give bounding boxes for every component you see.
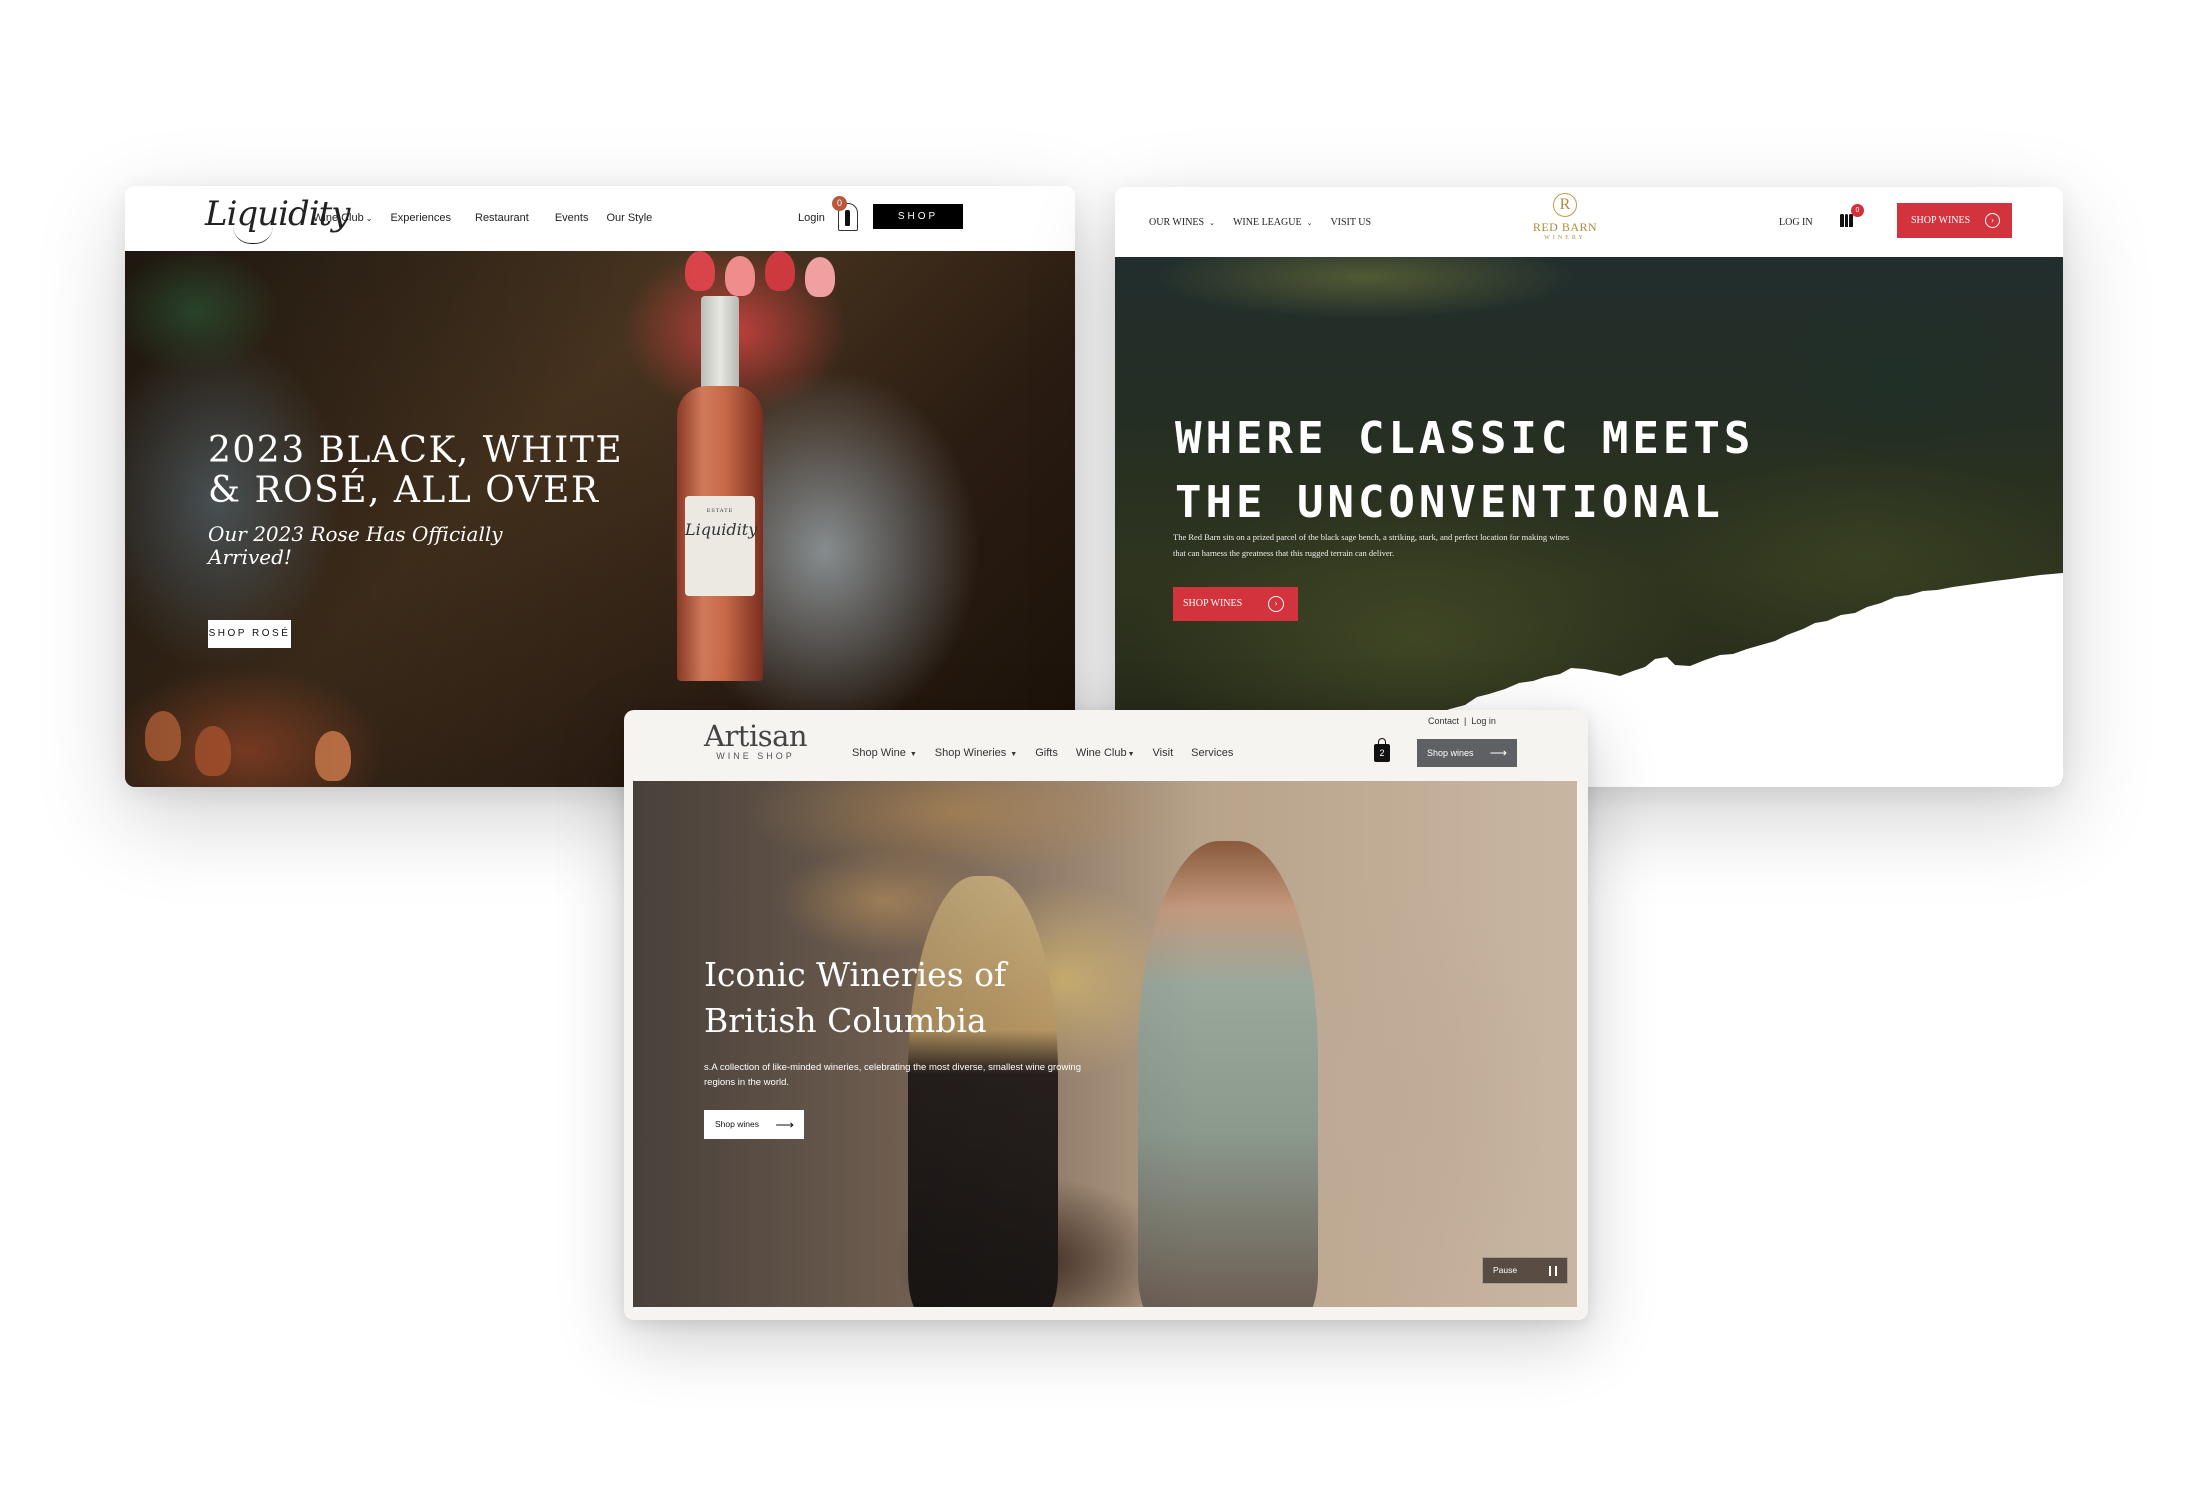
login-link[interactable]: Login xyxy=(798,212,825,224)
divider: | xyxy=(1464,716,1467,726)
chevron-down-icon: ▼ xyxy=(909,751,917,758)
shop-wines-button[interactable]: SHOP WINES xyxy=(873,204,963,247)
nav-item-gifts[interactable]: Gifts xyxy=(1035,747,1058,759)
arrow-right-icon: ⟶ xyxy=(1489,746,1507,760)
liquidity-site-screenshot: ESTATE Liquidity rosé of pinot noir 2023… xyxy=(125,186,1075,787)
pause-icon xyxy=(1549,1266,1557,1276)
r-monogram-icon: R xyxy=(1553,193,1577,217)
nav-item-our-style[interactable]: Our Style xyxy=(606,212,652,224)
login-link[interactable]: Log in xyxy=(1471,716,1496,726)
nav-item-wine-club[interactable]: Wine Club ⌄ xyxy=(313,212,372,224)
nav-item-wine-league[interactable]: WINE LEAGUE ⌄ xyxy=(1233,217,1312,228)
red-barn-hero-image: WHERE CLASSIC MEETS THE UNCONVENTIONAL T… xyxy=(1115,257,2063,787)
nav-item-visit[interactable]: Visit xyxy=(1153,747,1174,759)
wine-bottle: ESTATE Liquidity rosé of pinot noir xyxy=(677,296,763,681)
cart-count-badge: 0 xyxy=(1851,204,1864,217)
artisan-logo[interactable]: Artisan WINE SHOP xyxy=(704,721,808,761)
nav-item-events[interactable]: Events xyxy=(555,212,589,224)
cart-count-badge: 0 xyxy=(832,196,847,211)
red-barn-site-screenshot: OUR WINES ⌄ WINE LEAGUE ⌄ VISIT US R RED B… xyxy=(1115,187,2063,787)
chevron-down-icon: ⌄ xyxy=(1209,219,1215,227)
nav-item-restaurant[interactable]: Restaurant xyxy=(475,212,529,224)
liquidity-hero-subtitle: Our 2023 Rose Has Officially Arrived! xyxy=(208,522,503,569)
red-barn-logo[interactable]: R RED BARN WINERY xyxy=(1515,193,1615,241)
wine-bottles-icon[interactable]: 0 xyxy=(1840,204,1864,232)
nav-item-shop-wine[interactable]: Shop Wine ▼ xyxy=(852,747,917,759)
artisan-hero-image: Iconic Wineries of British Columbia s.A … xyxy=(633,781,1577,1307)
pause-slideshow-button[interactable]: Pause xyxy=(1482,1257,1568,1284)
chevron-down-icon: ⌄ xyxy=(365,214,373,223)
bottle-label: ESTATE Liquidity rosé of pinot noir xyxy=(685,496,757,596)
nav-item-wine-club[interactable]: Wine Club▼ xyxy=(1076,747,1135,759)
liquidity-nav: Wine Club ⌄ Experiences Restaurant Events… xyxy=(313,212,652,224)
artisan-nav: Shop Wine ▼ Shop Wineries ▼ Gifts Wine Clu… xyxy=(852,747,1233,759)
artisan-hero-title: Iconic Wineries of British Columbia xyxy=(704,955,1007,1040)
cart-count: 2 xyxy=(1379,748,1385,758)
chevron-right-circle-icon: › xyxy=(1985,213,2000,228)
chevron-down-icon: ⌄ xyxy=(1306,219,1313,227)
nav-item-services[interactable]: Services xyxy=(1191,747,1233,759)
liquidity-hero-title: 2023 BLACK, WHITE & ROSÉ, ALL OVER xyxy=(208,430,624,511)
red-barn-header: OUR WINES ⌄ WINE LEAGUE ⌄ VISIT US R RED B… xyxy=(1115,187,2063,257)
shop-wines-button[interactable]: Shop wines ⟶ xyxy=(1417,739,1517,767)
shop-rose-button[interactable]: SHOP ROSÉ xyxy=(208,620,291,648)
red-barn-nav: OUR WINES ⌄ WINE LEAGUE ⌄ VISIT US xyxy=(1149,217,1371,228)
liquidity-header: Liquidity Wine Club ⌄ Experiences Restaur… xyxy=(125,186,1075,251)
login-link[interactable]: LOG IN xyxy=(1779,217,1813,228)
arrow-right-icon: ⟶ xyxy=(775,1117,794,1132)
nav-item-visit-us[interactable]: VISIT US xyxy=(1330,217,1371,228)
artisan-site-screenshot: Artisan WINE SHOP Contact | Log in Shop Wi… xyxy=(624,710,1588,1320)
nav-item-our-wines[interactable]: OUR WINES ⌄ xyxy=(1149,217,1215,228)
artisan-hero-description: s.A collection of like-minded wineries, … xyxy=(704,1062,1082,1088)
chevron-down-icon: ▼ xyxy=(1010,751,1018,758)
hero-shop-wines-button[interactable]: Shop wines ⟶ xyxy=(704,1110,804,1139)
nav-item-experiences[interactable]: Experiences xyxy=(390,212,451,224)
shop-wines-button[interactable]: SHOP WINES › xyxy=(1897,203,2012,238)
torn-paper-edge xyxy=(1385,573,2063,787)
contact-link[interactable]: Contact xyxy=(1428,716,1459,726)
nav-item-shop-wineries[interactable]: Shop Wineries ▼ xyxy=(935,747,1017,759)
utility-links: Contact | Log in xyxy=(1428,716,1496,726)
liquidity-hero-image: ESTATE Liquidity rosé of pinot noir 2023… xyxy=(125,251,1075,787)
chevron-down-icon: ▼ xyxy=(1127,751,1135,758)
shopping-bag-icon[interactable]: 2 xyxy=(1374,738,1390,762)
